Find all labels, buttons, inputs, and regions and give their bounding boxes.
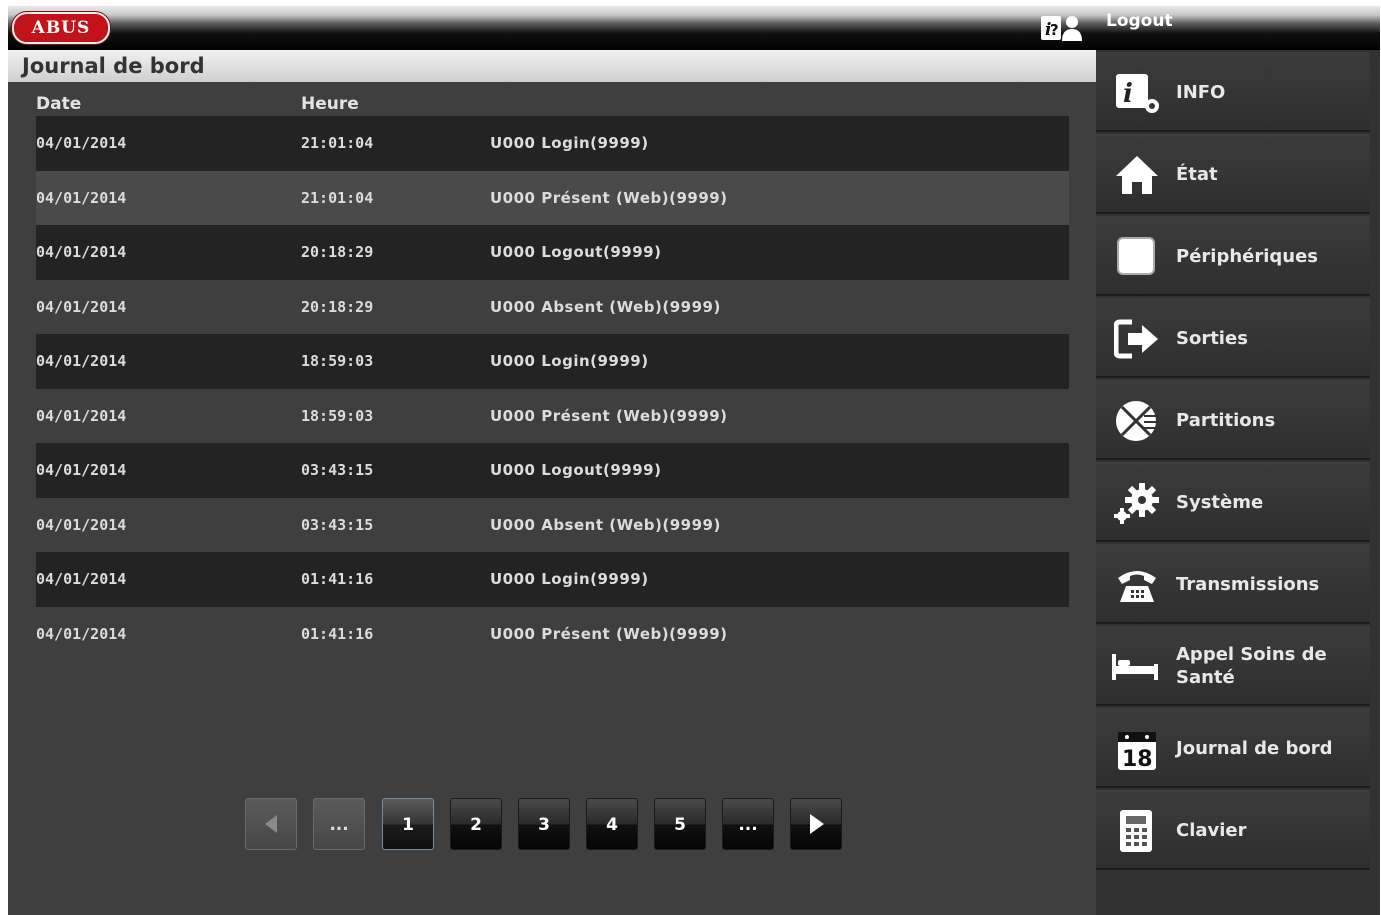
cell-message: U000 Présent (Web)(9999) [490,188,728,207]
partitions-icon [1114,398,1160,444]
sidebar-item-label: Journal de bord [1176,737,1333,759]
cell-time: 18:59:03 [301,352,374,370]
gear-icon [1114,480,1160,526]
column-header-time: Heure [301,94,359,114]
top-bar: ABUS i ? [8,6,1096,50]
cell-date: 04/01/2014 [36,570,127,588]
cell-date: 04/01/2014 [36,624,127,643]
logout-bar: Logout [1096,6,1380,50]
table-row: 04/01/2014 18:59:03 U000 Login(9999) [36,334,1069,389]
cell-time: 20:18:29 [301,243,374,261]
sidebar-item-label: INFO [1176,81,1226,103]
svg-text:i: i [1123,79,1133,109]
cell-time: 01:41:16 [301,624,374,643]
calendar-icon: 18 [1114,726,1160,772]
page-2-button[interactable]: 2 [450,798,502,850]
sidebar-item-label: Transmissions [1176,573,1320,595]
svg-text:?: ? [1050,21,1059,39]
exit-icon [1113,316,1160,362]
sidebar-item-label: Système [1176,491,1264,513]
cell-message: U000 Absent (Web)(9999) [490,515,721,534]
cell-date: 04/01/2014 [36,406,127,425]
sidebar-item-appel-soins[interactable]: Appel Soins de Santé [1096,626,1370,706]
cell-time: 03:43:15 [301,515,374,534]
sidebar-item-partitions[interactable]: Partitions [1096,380,1370,460]
sidebar-item-sorties[interactable]: Sorties [1096,298,1370,378]
cell-time: 03:43:15 [301,461,374,479]
cell-message: U000 Logout(9999) [490,461,662,479]
log-panel: Journal de bord Date Heure 04/01/2014 21:… [8,50,1096,915]
sidebar-item-clavier[interactable]: Clavier [1096,790,1370,870]
cell-date: 04/01/2014 [36,352,127,370]
sidebar-item-label: Sorties [1176,327,1248,349]
sidebar: i INFO État Périphériques Sorties Partit… [1096,50,1380,915]
cell-date: 04/01/2014 [36,297,127,316]
page-title: Journal de bord [8,50,1096,82]
sidebar-item-label: Clavier [1176,819,1247,841]
info-icon: i [1114,70,1160,116]
abus-logo: ABUS [12,12,110,44]
log-table: 04/01/2014 21:01:04 U000 Login(9999) 04/01… [36,116,1069,661]
cell-message: U000 Présent (Web)(9999) [490,624,728,643]
cell-time: 20:18:29 [301,297,374,316]
sidebar-item-transmissions[interactable]: Transmissions [1096,544,1370,624]
table-row: 04/01/2014 20:18:29 U000 Logout(9999) [36,225,1069,280]
sidebar-item-peripheriques[interactable]: Périphériques [1096,216,1370,296]
cell-date: 04/01/2014 [36,134,127,152]
sidebar-item-etat[interactable]: État [1096,134,1370,214]
cell-message: U000 Logout(9999) [490,243,662,261]
keypad-icon [1114,808,1160,854]
device-icon [1114,234,1160,280]
cell-date: 04/01/2014 [36,461,127,479]
cell-message: U000 Absent (Web)(9999) [490,297,721,316]
cell-message: U000 Login(9999) [490,134,649,152]
cell-message: U000 Présent (Web)(9999) [490,406,728,425]
sidebar-item-label: Partitions [1176,409,1276,431]
table-row: 04/01/2014 21:01:04 U000 Présent (Web)(999… [36,170,1069,225]
cell-date: 04/01/2014 [36,515,127,534]
page-3-button[interactable]: 3 [518,798,570,850]
sidebar-item-systeme[interactable]: Système [1096,462,1370,542]
bed-icon [1110,644,1158,690]
user-help-icon[interactable]: i ? [1040,13,1084,43]
calendar-day: 18 [1122,747,1153,772]
page-1-button[interactable]: 1 [382,798,434,850]
page-4-button[interactable]: 4 [586,798,638,850]
table-row: 04/01/2014 01:41:16 U000 Présent (Web)(999… [36,607,1069,662]
cell-time: 21:01:04 [301,134,374,152]
table-row: 04/01/2014 03:43:15 U000 Logout(9999) [36,443,1069,498]
logout-link[interactable]: Logout [1106,11,1173,31]
sidebar-item-label: Périphériques [1176,245,1319,267]
cell-message: U000 Login(9999) [490,570,649,588]
page-5-button[interactable]: 5 [654,798,706,850]
cell-date: 04/01/2014 [36,243,127,261]
column-header-date: Date [36,94,82,114]
cell-time: 01:41:16 [301,570,374,588]
table-row: 04/01/2014 20:18:29 U000 Absent (Web)(9999… [36,280,1069,335]
phone-icon [1114,562,1160,608]
sidebar-item-label: État [1176,163,1218,185]
prev-page-button[interactable] [245,798,297,850]
next-arrow-icon [810,814,824,834]
table-row: 04/01/2014 01:41:16 U000 Login(9999) [36,552,1069,607]
cell-time: 21:01:04 [301,188,374,207]
table-row: 04/01/2014 21:01:04 U000 Login(9999) [36,116,1069,171]
cell-message: U000 Login(9999) [490,352,649,370]
page-ellipsis-button[interactable]: ... [722,798,774,850]
cell-time: 18:59:03 [301,406,374,425]
home-icon [1114,152,1160,198]
cell-date: 04/01/2014 [36,188,127,207]
page-ellipsis-button[interactable]: ... [313,798,365,850]
sidebar-item-info[interactable]: i INFO [1096,52,1370,132]
sidebar-item-journal[interactable]: 18 Journal de bord [1096,708,1370,788]
sidebar-item-label: Appel Soins de Santé [1176,644,1327,688]
next-page-button[interactable] [790,798,842,850]
prev-arrow-icon [265,815,277,833]
table-row: 04/01/2014 18:59:03 U000 Présent (Web)(999… [36,389,1069,444]
table-row: 04/01/2014 03:43:15 U000 Absent (Web)(9999… [36,498,1069,553]
